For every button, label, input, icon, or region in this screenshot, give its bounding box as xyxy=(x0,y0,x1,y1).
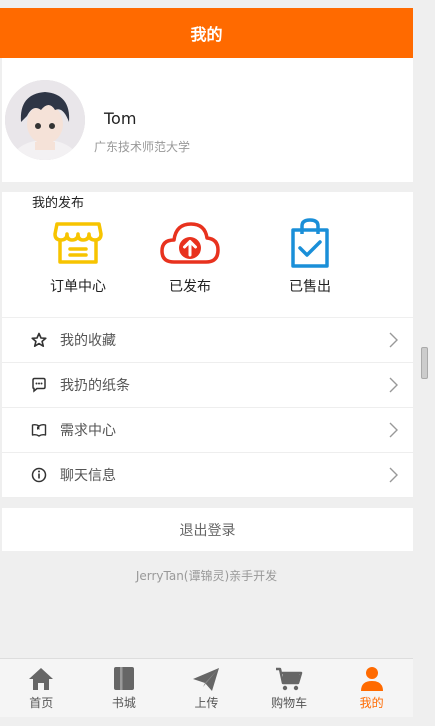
tab-label: 购物车 xyxy=(271,695,308,710)
send-icon xyxy=(192,666,220,692)
home-icon xyxy=(27,666,55,692)
published-button[interactable]: 已发布 xyxy=(140,218,240,296)
star-icon xyxy=(30,331,48,349)
page-title: 我的 xyxy=(0,8,413,58)
bottom-tab-bar: 首页 书城 上传 购物车 我的 xyxy=(0,658,413,717)
chevron-right-icon xyxy=(385,422,401,438)
user-icon xyxy=(358,666,386,692)
menu-item-label: 聊天信息 xyxy=(60,468,116,484)
username: Tom xyxy=(104,109,137,128)
tab-label: 书城 xyxy=(111,695,136,710)
menu-item-chat-info[interactable]: 聊天信息 xyxy=(2,453,413,498)
chevron-right-icon xyxy=(385,332,401,348)
tab-mine[interactable]: 我的 xyxy=(330,659,413,717)
store-icon xyxy=(53,218,103,268)
order-center-label: 订单中心 xyxy=(50,279,106,295)
tab-label: 我的 xyxy=(359,695,384,710)
menu-item-notes[interactable]: 我扔的纸条 xyxy=(2,363,413,408)
chevron-right-icon xyxy=(385,467,401,483)
info-icon xyxy=(30,466,48,484)
book-icon xyxy=(110,666,138,692)
book-icon xyxy=(30,421,48,439)
tab-upload[interactable]: 上传 xyxy=(165,659,248,717)
tab-label: 上传 xyxy=(194,695,219,710)
sold-label: 已售出 xyxy=(289,279,331,295)
menu-item-label: 我扔的纸条 xyxy=(60,378,130,394)
cart-icon xyxy=(275,666,303,692)
published-label: 已发布 xyxy=(169,279,211,295)
profile-card[interactable]: Tom 广东技术师范大学 xyxy=(2,58,413,182)
avatar[interactable] xyxy=(5,80,85,160)
tab-home[interactable]: 首页 xyxy=(0,659,83,717)
tab-bookstore[interactable]: 书城 xyxy=(83,659,166,717)
chevron-right-icon xyxy=(385,377,401,393)
user-school: 广东技术师范大学 xyxy=(94,140,191,154)
logout-button[interactable]: 退出登录 xyxy=(2,508,413,551)
chat-bubble-icon xyxy=(30,376,48,394)
menu-item-demand-center[interactable]: 需求中心 xyxy=(2,408,413,453)
order-center-button[interactable]: 订单中心 xyxy=(28,218,128,296)
menu-item-label: 需求中心 xyxy=(60,423,116,439)
scrollbar-handle[interactable] xyxy=(421,347,428,379)
tab-label: 首页 xyxy=(29,695,54,710)
my-publish-section: 我的发布 订单中心 已发布 已售出 xyxy=(2,192,413,317)
tab-cart[interactable]: 购物车 xyxy=(248,659,331,717)
shopping-bag-check-icon xyxy=(285,218,335,268)
menu-item-favorites[interactable]: 我的收藏 xyxy=(2,318,413,363)
section-title: 我的发布 xyxy=(32,196,85,211)
developer-credit: JerryTan(谭锦灵)亲手开发 xyxy=(135,569,278,583)
cloud-upload-icon xyxy=(160,218,220,268)
menu-list: 我的收藏 我扔的纸条 需求中心 聊天信息 xyxy=(2,318,413,498)
menu-item-label: 我的收藏 xyxy=(60,333,116,349)
sold-button[interactable]: 已售出 xyxy=(260,218,360,296)
